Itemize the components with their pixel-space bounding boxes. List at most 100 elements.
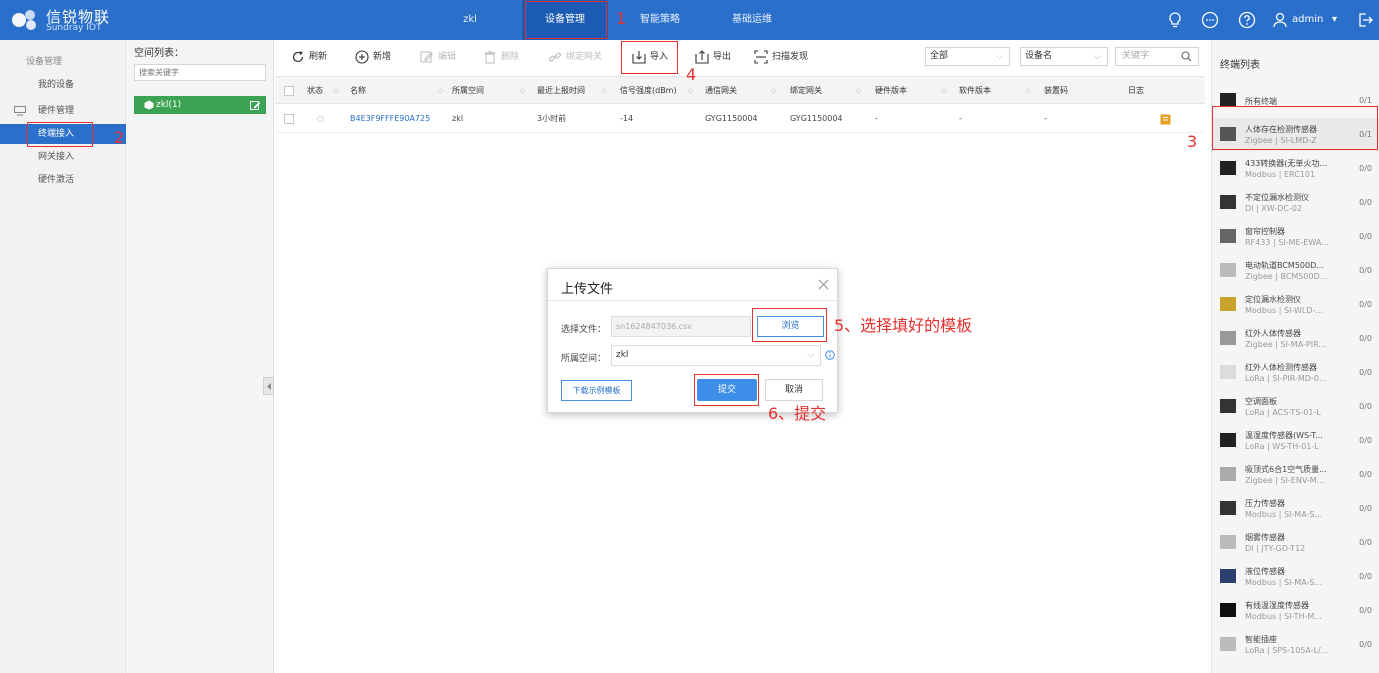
terminal-item[interactable]: 吸顶式6合1空气质量... Zigbee | SI-ENV-M... 0/0	[1212, 458, 1379, 491]
col-status[interactable]: 状态 ◇	[307, 77, 338, 105]
row-device-name[interactable]: B4E3F9FFFE90A725	[350, 105, 430, 133]
terminal-item[interactable]: 电动轨道BCM500D... Zigbee | BCM500D... 0/0	[1212, 254, 1379, 287]
terminal-item[interactable]: 压力传感器 Modbus | SI-MA-S... 0/0	[1212, 492, 1379, 525]
refresh-button[interactable]: 刷新	[291, 48, 341, 66]
row-device-code: -	[1044, 114, 1047, 123]
terminal-item-name: 红外人体检测传感器	[1245, 363, 1317, 372]
terminal-item-count: 0/0	[1359, 300, 1372, 309]
trash-icon	[484, 51, 496, 64]
info-icon[interactable]	[825, 350, 835, 360]
terminal-item[interactable]: 烟雾传感器 DI | JTY-GD-T12 0/0	[1212, 526, 1379, 559]
device-thumbnail-icon	[1220, 93, 1236, 107]
dialog-header: 上传文件	[548, 269, 839, 301]
terminal-item-protocol: LoRa | SPS-105A-L/...	[1245, 646, 1329, 655]
dialog-title: 上传文件	[561, 282, 614, 297]
terminal-item[interactable]: 433转换器(无单火功... Modbus | ERC101 0/0	[1212, 152, 1379, 185]
terminal-item-protocol: LoRa | WS-TH-01-L	[1245, 442, 1319, 451]
row-checkbox[interactable]	[284, 114, 294, 124]
col-comm-gateway[interactable]: 通信网关 ◇	[705, 77, 776, 105]
log-icon[interactable]	[1160, 114, 1171, 125]
sidebar-group-device-management[interactable]: 设备管理	[0, 52, 126, 72]
terminal-item-name: 定位漏水检测仪	[1245, 295, 1301, 304]
cancel-button[interactable]: 取消	[765, 379, 823, 401]
terminal-item[interactable]: 温湿度传感器(WS-T... LoRa | WS-TH-01-L 0/0	[1212, 424, 1379, 457]
col-hw-version[interactable]: 硬件版本 ◇	[875, 77, 946, 105]
device-thumbnail-icon	[1220, 535, 1236, 549]
space-label: 所属空间：	[561, 354, 607, 364]
file-path-input[interactable]	[611, 316, 751, 337]
sidebar-item-my-devices[interactable]: 我的设备	[0, 75, 126, 95]
sidebar-group-hardware-management[interactable]: 硬件管理	[0, 101, 126, 121]
terminal-item[interactable]: 空调面板 LoRa | ACS-TS-01-L 0/0	[1212, 390, 1379, 423]
terminal-item-protocol: Modbus | SI-MA-S...	[1245, 510, 1323, 519]
scan-discover-button[interactable]: 扫描发现	[754, 48, 820, 66]
delete-button[interactable]: 删除	[483, 48, 533, 66]
col-signal[interactable]: 信号强度(dBm) ◇	[620, 77, 693, 105]
row-last-report: 3小时前	[537, 114, 567, 123]
username[interactable]: admin	[1292, 0, 1323, 40]
col-name[interactable]: 名称 ◇	[350, 77, 443, 105]
add-button[interactable]: 新增	[355, 48, 405, 66]
filter-type-select[interactable]: 全部 ⌵	[925, 47, 1010, 66]
sidebar-item-gateway-access[interactable]: 网关接入	[0, 147, 126, 167]
col-last-report[interactable]: 最近上报时间 ◇	[537, 77, 606, 105]
col-log[interactable]: 日志	[1128, 77, 1144, 105]
terminal-list-title: 终端列表	[1220, 60, 1260, 71]
col-device-code[interactable]: 装置码	[1044, 77, 1068, 105]
space-select[interactable]: zkl ⌵	[611, 345, 821, 366]
terminal-item-count: 0/0	[1359, 572, 1372, 581]
select-all-checkbox[interactable]	[284, 86, 294, 96]
terminal-item[interactable]: 有线温湿度传感器 Modbus | SI-TH-M... 0/0	[1212, 594, 1379, 627]
terminal-item-protocol: RF433 | SI-ME-EWA...	[1245, 238, 1329, 247]
collapse-panel-handle[interactable]	[263, 377, 274, 395]
brand-logo[interactable]: 信锐物联 Sundray IOT	[10, 4, 150, 36]
export-button[interactable]: 导出	[695, 48, 741, 66]
lightbulb-icon[interactable]	[1165, 10, 1185, 30]
edit-button[interactable]: 编辑	[420, 48, 470, 66]
keyword-search-input[interactable]: 关键字	[1115, 47, 1199, 66]
device-thumbnail-icon	[1220, 365, 1236, 379]
col-sw-version[interactable]: 软件版本 ◇	[959, 77, 1030, 105]
col-bind-gateway[interactable]: 绑定网关 ◇	[790, 77, 861, 105]
device-thumbnail-icon	[1220, 297, 1236, 311]
terminal-item[interactable]: 窗帘控制器 RF433 | SI-ME-EWA... 0/0	[1212, 220, 1379, 253]
table-row[interactable]: ○ B4E3F9FFFE90A725 zkl 3小时前 -14 GYG11500…	[275, 105, 1205, 133]
terminal-item-name: 有线温湿度传感器	[1245, 601, 1309, 610]
annotation-box-2	[27, 122, 93, 147]
device-thumbnail-icon	[1220, 467, 1236, 481]
chevron-down-icon: ⌵	[1094, 52, 1101, 62]
message-icon[interactable]	[1200, 10, 1220, 30]
user-dropdown-caret[interactable]: ▾	[1332, 0, 1337, 40]
col-space[interactable]: 所属空间 ◇	[452, 77, 525, 105]
help-icon[interactable]	[1237, 10, 1257, 30]
edit-node-icon[interactable]	[250, 100, 261, 111]
terminal-item-count: 0/0	[1359, 232, 1372, 241]
sidebar-item-hardware-activation[interactable]: 硬件激活	[0, 170, 126, 190]
terminal-item-name: 空调面板	[1245, 397, 1277, 406]
terminal-item-count: 0/0	[1359, 470, 1372, 479]
terminal-item[interactable]: 不定位漏水检测仪 DI | XW-DC-02 0/0	[1212, 186, 1379, 219]
close-icon[interactable]	[818, 279, 829, 290]
terminal-item-protocol: Modbus | SI-TH-M...	[1245, 612, 1322, 621]
device-thumbnail-icon	[1220, 603, 1236, 617]
nav-basic-ops[interactable]: 基础运维	[720, 0, 784, 40]
annotation-num-4: 4	[686, 65, 697, 84]
terminal-item[interactable]: 定位漏水检测仪 Modbus | SI-WLD-... 0/0	[1212, 288, 1379, 321]
bind-gateway-button[interactable]: 绑定网关	[548, 48, 610, 66]
nav-smart-strategy[interactable]: 智能策略	[628, 0, 692, 40]
download-template-button[interactable]: 下载示例模板	[561, 380, 632, 401]
filter-field-select[interactable]: 设备名 ⌵	[1020, 47, 1108, 66]
logout-icon[interactable]	[1355, 10, 1375, 30]
nav-space-zkl[interactable]: zkl	[440, 0, 500, 40]
terminal-item-count: 0/0	[1359, 640, 1372, 649]
annotation-box-5	[752, 308, 827, 342]
space-search-input[interactable]	[134, 64, 266, 81]
terminal-item[interactable]: 液位传感器 Modbus | SI-MA-S... 0/0	[1212, 560, 1379, 593]
device-thumbnail-icon	[1220, 569, 1236, 583]
terminal-item[interactable]: 红外人体检测传感器 LoRa | SI-PIR-MD-0... 0/0	[1212, 356, 1379, 389]
user-icon[interactable]	[1270, 10, 1290, 30]
space-node-zkl[interactable]: zkl(1)	[134, 96, 266, 114]
search-icon[interactable]	[1181, 51, 1192, 62]
terminal-item[interactable]: 红外人体传感器 Zigbee | SI-MA-PIR... 0/0	[1212, 322, 1379, 355]
terminal-item[interactable]: 智能插座 LoRa | SPS-105A-L/... 0/0	[1212, 628, 1379, 661]
